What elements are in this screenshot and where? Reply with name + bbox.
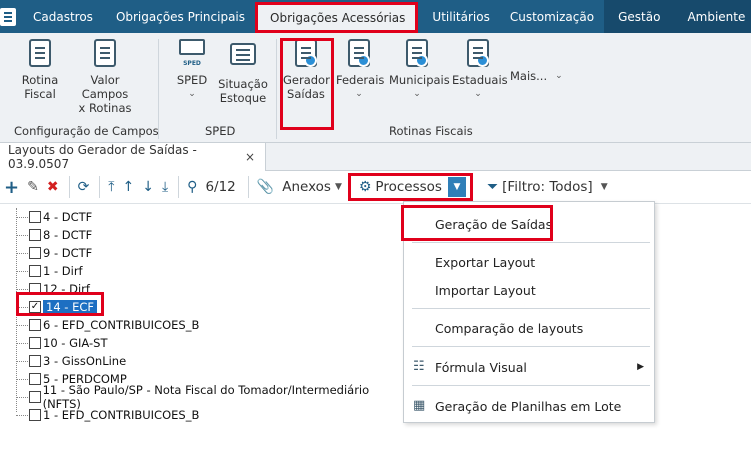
tree-item[interactable]: 10 - GIA-ST [14, 334, 404, 352]
tab-obrigacoes-principais[interactable]: Obrigações Principais [106, 0, 255, 33]
tree-item-checkbox[interactable] [29, 211, 41, 223]
menu-item-geracao-planilhas-lote[interactable]: ▦ Geração de Planilhas em Lote [404, 394, 654, 418]
tree-item-label: 1 - Dirf [43, 264, 83, 278]
document-municipal-icon [403, 39, 431, 69]
tree-item-checkbox[interactable] [29, 373, 41, 385]
tree-item-label: 10 - GIA-ST [43, 336, 108, 350]
tree-item[interactable]: 6 - EFD_CONTRIBUICOES_B [14, 316, 404, 334]
chevron-down-icon: ⌄ [474, 89, 482, 99]
tree-item[interactable]: 1 - Dirf [14, 262, 404, 280]
sped-icon: SPED [178, 39, 206, 69]
spreadsheet-icon: ▦ [413, 398, 426, 413]
tab-customizacao[interactable]: Customização [500, 0, 604, 33]
menu-item-importar-layout[interactable]: Importar Layout [404, 278, 654, 302]
chevron-down-icon[interactable]: ▼ [601, 182, 608, 192]
chevron-right-icon: ▶ [637, 362, 644, 372]
tree-item-checkbox[interactable] [29, 229, 41, 241]
tree-item-checkbox[interactable] [29, 319, 41, 331]
chevron-down-icon: ⌄ [355, 89, 363, 99]
gerador-highlight [280, 38, 334, 130]
estaduais-button[interactable]: Estaduais ⌄ [452, 39, 508, 101]
move-bottom-icon[interactable]: ⤓ [162, 175, 168, 199]
tree-item-checkbox[interactable] [29, 265, 41, 277]
rotina-fiscal-button[interactable]: Rotina Fiscal [15, 39, 65, 101]
edit-icon[interactable]: ✎ [27, 175, 39, 199]
chevron-down-icon: ⌄ [413, 89, 421, 99]
document-list-icon [29, 39, 51, 67]
layouts-tree: 4 - DCTF 8 - DCTF 9 - DCTF 1 - Dirf 12 - Dir… [14, 208, 404, 424]
filter-button[interactable]: [Filtro: Todos] [502, 179, 593, 195]
menu-item-comparacao-layouts[interactable]: Comparação de layouts [404, 316, 654, 340]
tab-gestao[interactable]: Gestão [604, 0, 674, 33]
tree-item[interactable]: 11 - São Paulo/SP - Nota Fiscal do Tomad… [14, 383, 404, 411]
document-federal-icon [345, 39, 373, 69]
refresh-icon[interactable]: ⟳ [78, 175, 90, 199]
tree-item-label: 4 - DCTF [43, 210, 93, 224]
tree-item[interactable]: 9 - DCTF [14, 244, 404, 262]
chevron-down-icon[interactable]: ▼ [335, 182, 342, 192]
warehouse-icon [229, 43, 257, 73]
tab-obrigacoes-acessorias[interactable]: Obrigações Acessórias [255, 2, 419, 33]
tree-item-checkbox[interactable] [28, 391, 41, 403]
tab-ambiente[interactable]: Ambiente [673, 0, 751, 33]
gear-icon: ⚙ [358, 179, 372, 195]
tree-item[interactable]: 3 - GissOnLine [14, 352, 404, 370]
mais-button[interactable]: Mais... ⌄ [510, 69, 574, 83]
move-top-icon[interactable]: ⤒ [108, 175, 114, 199]
tree-item-label: 9 - DCTF [43, 246, 93, 260]
situacao-estoque-button[interactable]: Situação Estoque [217, 39, 269, 105]
document-state-icon [464, 39, 492, 69]
diagram-icon: ☷ [413, 359, 425, 374]
federais-button[interactable]: Federais ⌄ [336, 39, 384, 101]
add-icon[interactable]: + [4, 175, 19, 199]
tree-item-checkbox[interactable] [29, 409, 41, 421]
sped-button[interactable]: SPED SPED ⌄ [172, 39, 212, 101]
tree-item-checkbox[interactable] [29, 247, 41, 259]
move-up-icon[interactable]: ↑ [123, 175, 135, 199]
tab-utilitarios[interactable]: Utilitários [418, 0, 499, 33]
menu-item-formula-visual[interactable]: ☷ Fórmula Visual ▶ [404, 355, 654, 379]
ribbon: Rotina Fiscal Valor Campos x Rotinas Con… [0, 33, 751, 143]
ribbon-divider [276, 39, 277, 139]
group-label-sped: SPED [205, 124, 236, 138]
document-bolt-icon [94, 39, 116, 67]
move-down-icon[interactable]: ↓ [142, 175, 154, 199]
record-counter: 6/12 [205, 179, 236, 195]
tree-item-label: 3 - GissOnLine [43, 354, 127, 368]
group-label-rotinas: Rotinas Fiscais [389, 124, 473, 138]
close-icon[interactable]: × [245, 150, 255, 164]
municipais-button[interactable]: Municipais ⌄ [389, 39, 450, 101]
geracao-saidas-highlight [401, 205, 553, 241]
group-label-config: Configuração de Campos [14, 124, 159, 138]
toolbar: + ✎ ✖ ⟳ ⤒ ↑ ↓ ⤓ ⚲ 6/12 📎 Anexos ▼ ⚙ Proc… [0, 171, 751, 204]
tree-item-checkbox[interactable] [29, 337, 41, 349]
search-icon[interactable]: ⚲ [187, 175, 197, 199]
tree-item[interactable]: 1 - EFD_CONTRIBUICOES_B [14, 406, 404, 424]
tree-item-checkbox[interactable] [29, 355, 41, 367]
valor-campos-rotinas-button[interactable]: Valor Campos x Rotinas [66, 39, 144, 115]
tab-layouts-gerador[interactable]: Layouts do Gerador de Saídas - 03.9.0507… [0, 143, 266, 171]
app-menu-icon[interactable] [0, 0, 16, 33]
anexos-button[interactable]: Anexos [282, 179, 331, 195]
filter-icon: ⏷ [486, 179, 499, 195]
ribbon-divider [158, 39, 159, 139]
chevron-down-icon[interactable]: ▼ [447, 177, 466, 197]
tree-item[interactable]: 8 - DCTF [14, 226, 404, 244]
menu-item-exportar-layout[interactable]: Exportar Layout [404, 250, 654, 274]
document-tabbar: Layouts do Gerador de Saídas - 03.9.0507… [0, 143, 751, 171]
tree-item-label: 6 - EFD_CONTRIBUICOES_B [43, 318, 200, 332]
ecf-highlight [16, 292, 104, 316]
tree-item-label: 8 - DCTF [43, 228, 93, 242]
chevron-down-icon: ⌄ [188, 89, 196, 99]
tab-cadastros[interactable]: Cadastros [16, 0, 106, 33]
main-menubar: Cadastros Obrigações Principais Obrigaçõ… [0, 0, 751, 33]
processos-button[interactable]: ⚙ Processos ▼ [347, 173, 473, 201]
tree-item[interactable]: 4 - DCTF [14, 208, 404, 226]
tree-item-label: 1 - EFD_CONTRIBUICOES_B [43, 408, 200, 422]
paperclip-icon: 📎 [256, 179, 275, 195]
delete-icon[interactable]: ✖ [47, 175, 59, 199]
chevron-down-icon: ⌄ [555, 71, 563, 81]
